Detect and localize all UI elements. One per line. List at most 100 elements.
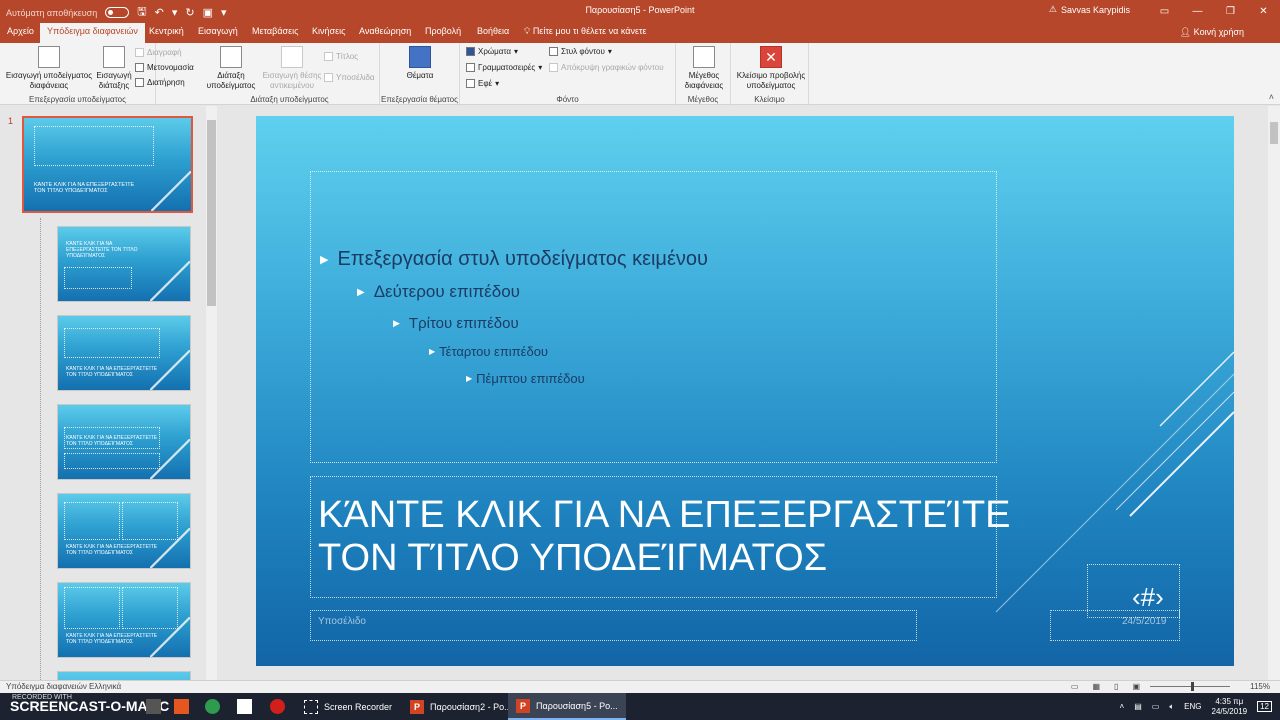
rename-button[interactable]: Μετονομασία <box>135 63 194 72</box>
group-label-edit-master: Επεξεργασία υποδείγματος <box>29 95 126 104</box>
master-layout-button[interactable]: Διάταξη υποδείγματος <box>205 46 257 91</box>
close-icon[interactable]: ✕ <box>1247 0 1280 22</box>
powerpoint-icon: P <box>410 699 424 714</box>
themes-button[interactable]: Θέματα <box>402 46 438 81</box>
delete-button[interactable]: Διαγραφή <box>135 48 182 57</box>
chrome-icon[interactable] <box>205 699 220 714</box>
effects-label: Εφέ <box>478 79 493 88</box>
tell-me-label: Πείτε μου τι θέλετε να κάνετε <box>532 26 647 36</box>
text-level-1: ▶ Επεξεργασία στυλ υποδείγματος κειμένου <box>320 248 708 271</box>
preserve-label: Διατήρηση <box>147 78 185 87</box>
taskbar-app-screen-recorder[interactable]: Screen Recorder <box>296 693 400 720</box>
tab-transitions[interactable]: Μεταβάσεις <box>252 26 298 36</box>
insert-layout-label: Εισαγωγή διάταξης <box>96 71 132 90</box>
insert-placeholder-button[interactable]: Εισαγωγή θέσης αντικειμένου <box>260 46 324 91</box>
slide-sorter-icon[interactable]: ▦ <box>1092 682 1100 691</box>
background-styles-icon <box>549 47 558 56</box>
main-scrollbar[interactable] <box>1268 106 1280 680</box>
ribbon-tabs: Αρχείο Υπόδειγμα διαφανειών Κεντρική Εισ… <box>0 22 1280 43</box>
collapse-ribbon-icon[interactable]: ˄ <box>1269 92 1274 102</box>
slide-size-button[interactable]: Μέγεθος διαφάνειας <box>678 46 730 91</box>
zoom-slider[interactable] <box>1150 686 1230 687</box>
effects-button[interactable]: Εφέ ▾ <box>466 79 499 88</box>
thumbnail-layout[interactable]: ΚΆΝΤΕ ΚΛΙΚ ΓΙΑ ΝΑ ΕΠΕΞΕΡΓΑΣΤΕΊΤΕ ΤΟΝ ΤΊΤ… <box>57 582 191 658</box>
group-label-size: Μέγεθος <box>687 95 719 104</box>
thumbnail-decoration <box>151 171 191 211</box>
thumbnail-placeholder <box>64 453 160 469</box>
slideshow-icon[interactable]: ▣ <box>1132 682 1140 691</box>
thumbnail-layout[interactable]: ΚΆΝΤΕ ΚΛΙΚ ΓΙΑ ΝΑ ΕΠΕΞΕΡΓΑΣΤΕΊΤΕ ΤΟΝ ΤΊΤ… <box>57 404 191 480</box>
zoom-slider-knob[interactable] <box>1191 682 1194 691</box>
minimize-icon[interactable]: — <box>1181 0 1214 22</box>
opera-icon[interactable] <box>270 699 285 714</box>
user-account[interactable]: ⚠ Savvas Karypidis <box>1049 4 1130 15</box>
clock[interactable]: 4:35 πμ 24/5/2019 <box>1212 697 1248 717</box>
tray-chevron-icon[interactable]: ˄ <box>1120 702 1125 711</box>
insert-placeholder-label: Εισαγωγή θέσης αντικειμένου <box>262 71 322 90</box>
preserve-button[interactable]: Διατήρηση <box>135 78 185 87</box>
taskbar-app-presentation2[interactable]: P Παρουσίαση2 - Po... <box>402 693 520 720</box>
clock-time: 4:35 πμ <box>1215 696 1244 706</box>
volume-icon[interactable]: 🔈︎ <box>1169 702 1174 712</box>
thumbnail-placeholder <box>64 587 120 629</box>
footers-checkbox-label: Υποσέλιδα <box>336 73 375 82</box>
insert-slide-master-button[interactable]: Εισαγωγή υποδείγματος διαφάνειας <box>3 46 95 91</box>
zoom-level[interactable]: 115% <box>1250 682 1270 691</box>
group-label-background: Φόντο <box>556 95 579 104</box>
checkbox-icon <box>324 52 333 61</box>
hide-background-checkbox[interactable]: Απόκρυψη γραφικών φόντου <box>549 63 664 72</box>
colors-button[interactable]: Χρώματα ▾ <box>466 47 518 56</box>
office-icon[interactable] <box>174 699 189 714</box>
thumbnail-title: ΚΆΝΤΕ ΚΛΙΚ ΓΙΑ ΝΑ ΕΠΕΞΕΡΓΑΣΤΕΊΤΕ ΤΟΝ ΤΊΤ… <box>66 241 138 259</box>
thumbnail-layout[interactable]: ΚΆΝΤΕ ΚΛΙΚ ΓΙΑ ΝΑ ΕΠΕΞΕΡΓΑΣΤΕΊΤΕ ΤΟΝ ΤΊΤ… <box>57 226 191 302</box>
group-master-layout: Διάταξη υποδείγματος Εισαγωγή θέσης αντι… <box>200 43 380 105</box>
search-icon[interactable] <box>146 699 161 714</box>
file-icon[interactable] <box>237 699 252 714</box>
share-button[interactable]: 👤︎ Κοινή χρήση <box>1180 27 1244 38</box>
close-master-icon: ✕ <box>760 46 782 68</box>
insert-layout-button[interactable]: Εισαγωγή διάταξης <box>94 46 134 91</box>
tab-review[interactable]: Αναθεώρηση <box>359 26 411 36</box>
group-background: Χρώματα ▾ Γραμματοσειρές ▾ Εφέ ▾ Στυλ φόντο… <box>460 43 676 105</box>
slide-master-canvas[interactable]: ▶ Επεξεργασία στυλ υποδείγματος κειμένου … <box>256 116 1234 666</box>
ribbon-display-options-icon[interactable]: ▭ <box>1148 0 1181 22</box>
tab-slide-master[interactable]: Υπόδειγμα διαφανειών <box>40 23 145 43</box>
tab-file[interactable]: Αρχείο <box>7 26 34 36</box>
level-3-text: Τρίτου επιπέδου <box>408 315 519 332</box>
rename-icon <box>135 63 144 72</box>
fonts-button[interactable]: Γραμματοσειρές ▾ <box>466 63 542 72</box>
tab-view[interactable]: Προβολή <box>425 26 461 36</box>
restore-icon[interactable]: ❐ <box>1214 0 1247 22</box>
thumbnail-scrollbar[interactable] <box>206 106 217 680</box>
thumbnail-title: ΚΆΝΤΕ ΚΛΙΚ ΓΙΑ ΝΑ ΕΠΕΞΕΡΓΑΣΤΕΊΤΕ ΤΟΝ ΤΊΤ… <box>66 435 158 447</box>
thumbnail-layout[interactable]: ΚΆΝΤΕ ΚΛΙΚ ΓΙΑ ΝΑ ΕΠΕΞΕΡΓΑΣΤΕΊΤΕ ΤΟΝ ΤΊΤ… <box>57 493 191 569</box>
footer-placeholder[interactable] <box>310 610 917 641</box>
recorded-with-label: RECORDED WITH <box>12 694 72 701</box>
footers-checkbox[interactable]: Υποσέλιδα <box>324 73 375 82</box>
keyboard-language[interactable]: ENG <box>1184 702 1201 711</box>
normal-view-icon[interactable]: ▭ <box>1071 682 1079 691</box>
battery-icon[interactable]: ▭ <box>1152 702 1160 711</box>
tab-home[interactable]: Κεντρική <box>149 26 184 36</box>
tab-insert[interactable]: Εισαγωγή <box>198 26 238 36</box>
thumbnail-layout[interactable] <box>57 671 191 680</box>
thumbnail-slide-master[interactable]: ΚΆΝΤΕ ΚΛΙΚ ΓΙΑ ΝΑ ΕΠΕΞΕΡΓΑΣΤΕΊΤΕ ΤΟΝ ΤΊΤ… <box>22 116 193 213</box>
tab-help[interactable]: Βοήθεια <box>477 26 509 36</box>
close-master-view-button[interactable]: ✕ Κλείσιμο προβολής υποδείγματος <box>733 46 809 91</box>
notifications-badge[interactable]: 12 <box>1257 701 1272 712</box>
group-edit-theme: Θέματα Επεξεργασία θέματος <box>380 43 460 105</box>
network-icon[interactable]: ▤ <box>1134 702 1142 711</box>
scrollbar-thumb[interactable] <box>207 120 216 306</box>
reading-view-icon[interactable]: ▯ <box>1114 682 1118 691</box>
title-checkbox[interactable]: Τίτλος <box>324 52 358 61</box>
group-close: ✕ Κλείσιμο προβολής υποδείγματος Κλείσιμ… <box>731 43 809 105</box>
group-label-close: Κλείσιμο <box>754 95 785 104</box>
thumbnail-layout[interactable]: ΚΆΝΤΕ ΚΛΙΚ ΓΙΑ ΝΑ ΕΠΕΞΕΡΓΑΣΤΕΊΤΕ ΤΟΝ ΤΊΤ… <box>57 315 191 391</box>
tell-me-search[interactable]: 💡︎ Πείτε μου τι θέλετε να κάνετε <box>524 26 647 37</box>
tab-animations[interactable]: Κινήσεις <box>312 26 345 36</box>
title-bar: Αυτόματη αποθήκευση 🖫 ↶ ▾ ↻ ▣ ▾ Παρουσία… <box>0 0 1280 22</box>
background-styles-button[interactable]: Στυλ φόντου ▾ <box>549 47 612 56</box>
scrollbar-thumb[interactable] <box>1270 122 1278 144</box>
taskbar-app-presentation5[interactable]: P Παρουσίαση5 - Po... <box>508 693 626 720</box>
system-tray: ˄ ▤ ▭ 🔈︎ ENG 4:35 πμ 24/5/2019 12 <box>1120 693 1280 720</box>
